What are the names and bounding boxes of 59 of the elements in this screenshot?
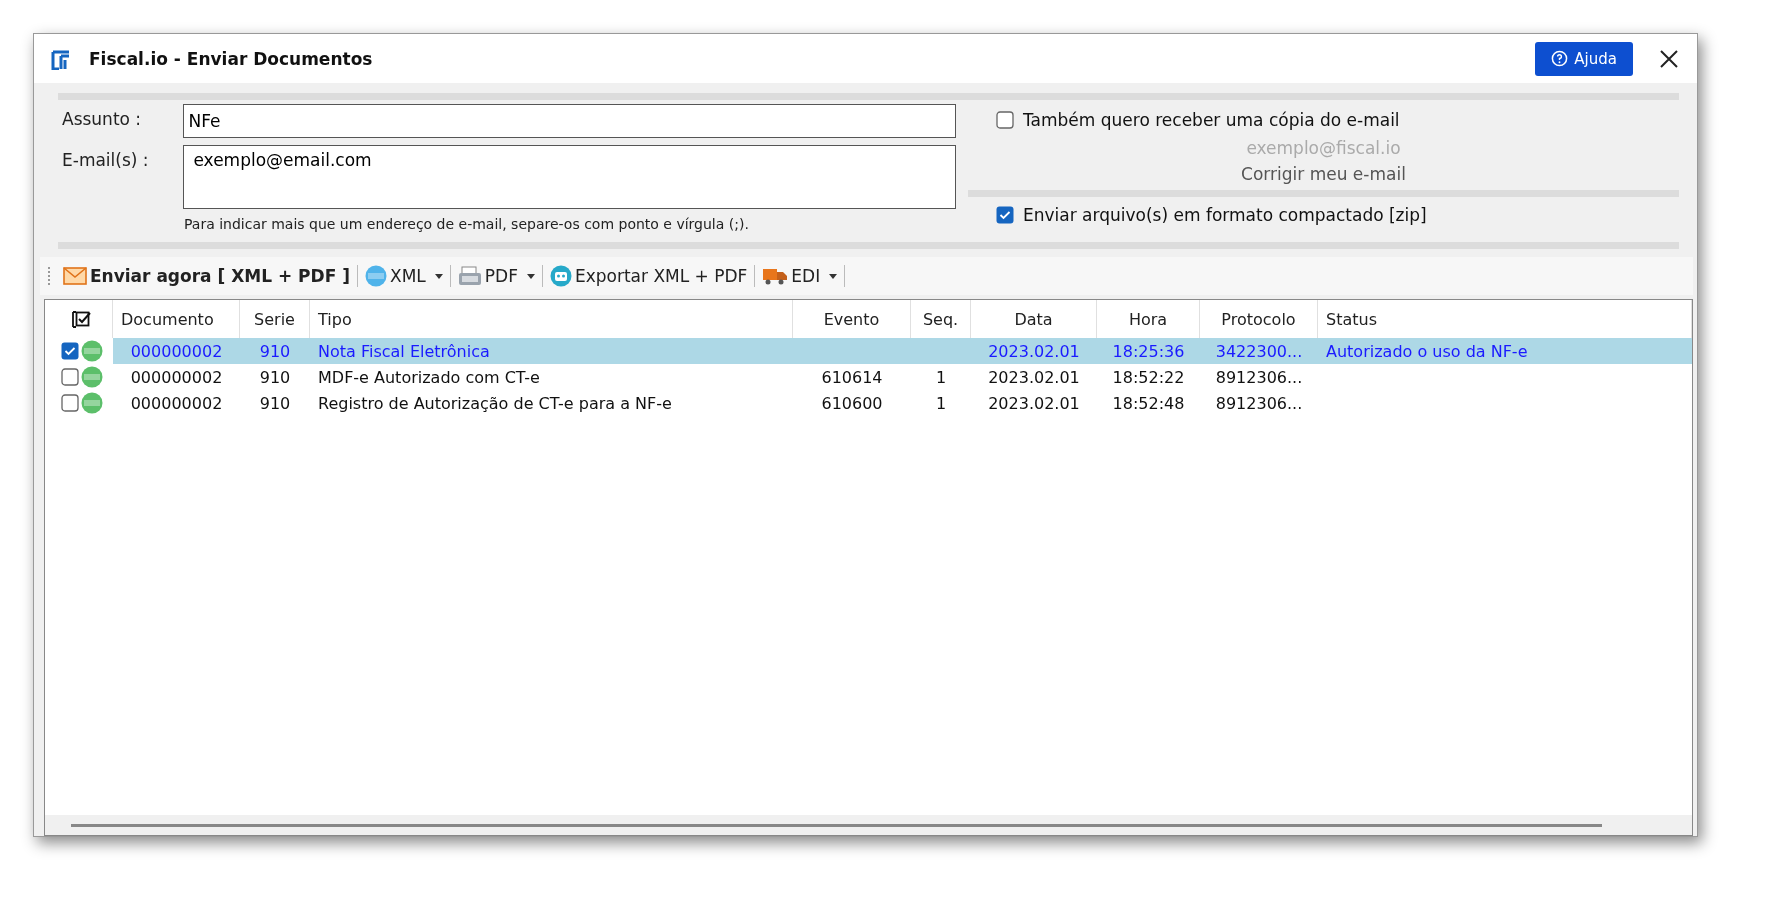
pdf-file-icon [457,266,482,286]
envelope-icon [63,267,87,285]
toolbar-button[interactable]: Exportar XML + PDF [545,261,752,291]
help-button[interactable]: Ajuda [1535,41,1633,76]
help-icon [1551,50,1569,67]
table-cell: Autorizado o uso da NF-e [1326,341,1528,361]
robot-icon [549,265,572,287]
toolbar-button[interactable]: EDI [758,261,842,291]
truck-icon [762,266,789,286]
xml-file-icon [81,366,103,388]
table-row[interactable]: 000000002 910 Nota Fiscal Eletrônica 2023.02.01 18:25:36 3422300... Autorizado o uso da NF-e [113,338,1692,364]
option-label: Enviar arquivo(s) em formato compactado [zip] [1023,205,1427,225]
table-cell: 18:52:22 [1112,367,1185,387]
table-cell: 910 [259,341,291,361]
table-cell: 2023.02.01 [988,341,1080,361]
table-cell: Nota Fiscal Eletrônica [318,341,490,361]
field-label: E-mail(s) : [61,149,150,170]
fix-email-link[interactable]: Corrigir meu e-mail [1241,164,1406,184]
field-label: Assunto : [61,108,143,129]
checkbox[interactable] [996,111,1014,129]
table-row[interactable]: 000000002 910 MDF-e Autorizado com CT-e 610614 1 2023.02.01 18:52:22 8912306... [113,364,1692,390]
toolbar-button[interactable]: Enviar agora [ XML + PDF ] [59,261,354,291]
scrollbar-thumb[interactable] [71,823,1602,827]
table-cell: 610614 [821,367,883,387]
table-cell: 000000002 [130,341,223,361]
toolbar-button[interactable]: XML [361,261,447,291]
xml-file-icon [81,392,103,414]
table-cell: 2023.02.01 [988,367,1080,387]
table-cell: 910 [259,393,291,413]
table-cell: MDF-e Autorizado com CT-e [318,367,540,387]
table-cell: 910 [259,367,291,387]
checkbox[interactable] [61,368,79,386]
table-cell: 3422300... [1215,341,1303,361]
sender-email: exemplo@fiscal.io [1245,138,1402,158]
table-cell: 18:52:48 [1112,393,1185,413]
table-cell: 1 [935,393,947,413]
xml-file-icon [81,340,103,362]
close-icon[interactable] [1659,48,1679,69]
table-cell: 8912306... [1215,393,1303,413]
table-cell: 18:25:36 [1112,341,1185,361]
window-title: Fiscal.io - Enviar Documentos [89,48,373,69]
select-all-icon[interactable] [71,310,92,328]
checkbox[interactable] [996,206,1014,224]
checkbox[interactable] [61,394,79,412]
hint-text: Para indicar mais que um endereço de e-mail, separe-os com ponto e vírgula (;). [184,216,750,232]
email-field[interactable]: exemplo@email.com [183,145,956,209]
toolbar-button[interactable]: PDF [453,261,539,291]
table-cell: 8912306... [1215,367,1303,387]
table-row[interactable]: 000000002 910 Registro de Autorização de CT-e para a NF-e 610600 1 2023.02.01 18:52:48 8912306... [113,390,1692,416]
table-cell: 2023.02.01 [988,393,1080,413]
option-label: Também quero receber uma cópia do e-mail [1023,110,1400,130]
subject-field[interactable]: NFe [183,104,956,138]
table-cell: 000000002 [130,393,223,413]
table-cell: Registro de Autorização de CT-e para a NF-e [318,393,672,413]
table-cell: 1 [935,367,947,387]
xml-file-icon [365,265,387,287]
checkbox[interactable] [61,342,79,360]
table-cell: 610600 [821,393,883,413]
table-cell: 000000002 [130,367,223,387]
